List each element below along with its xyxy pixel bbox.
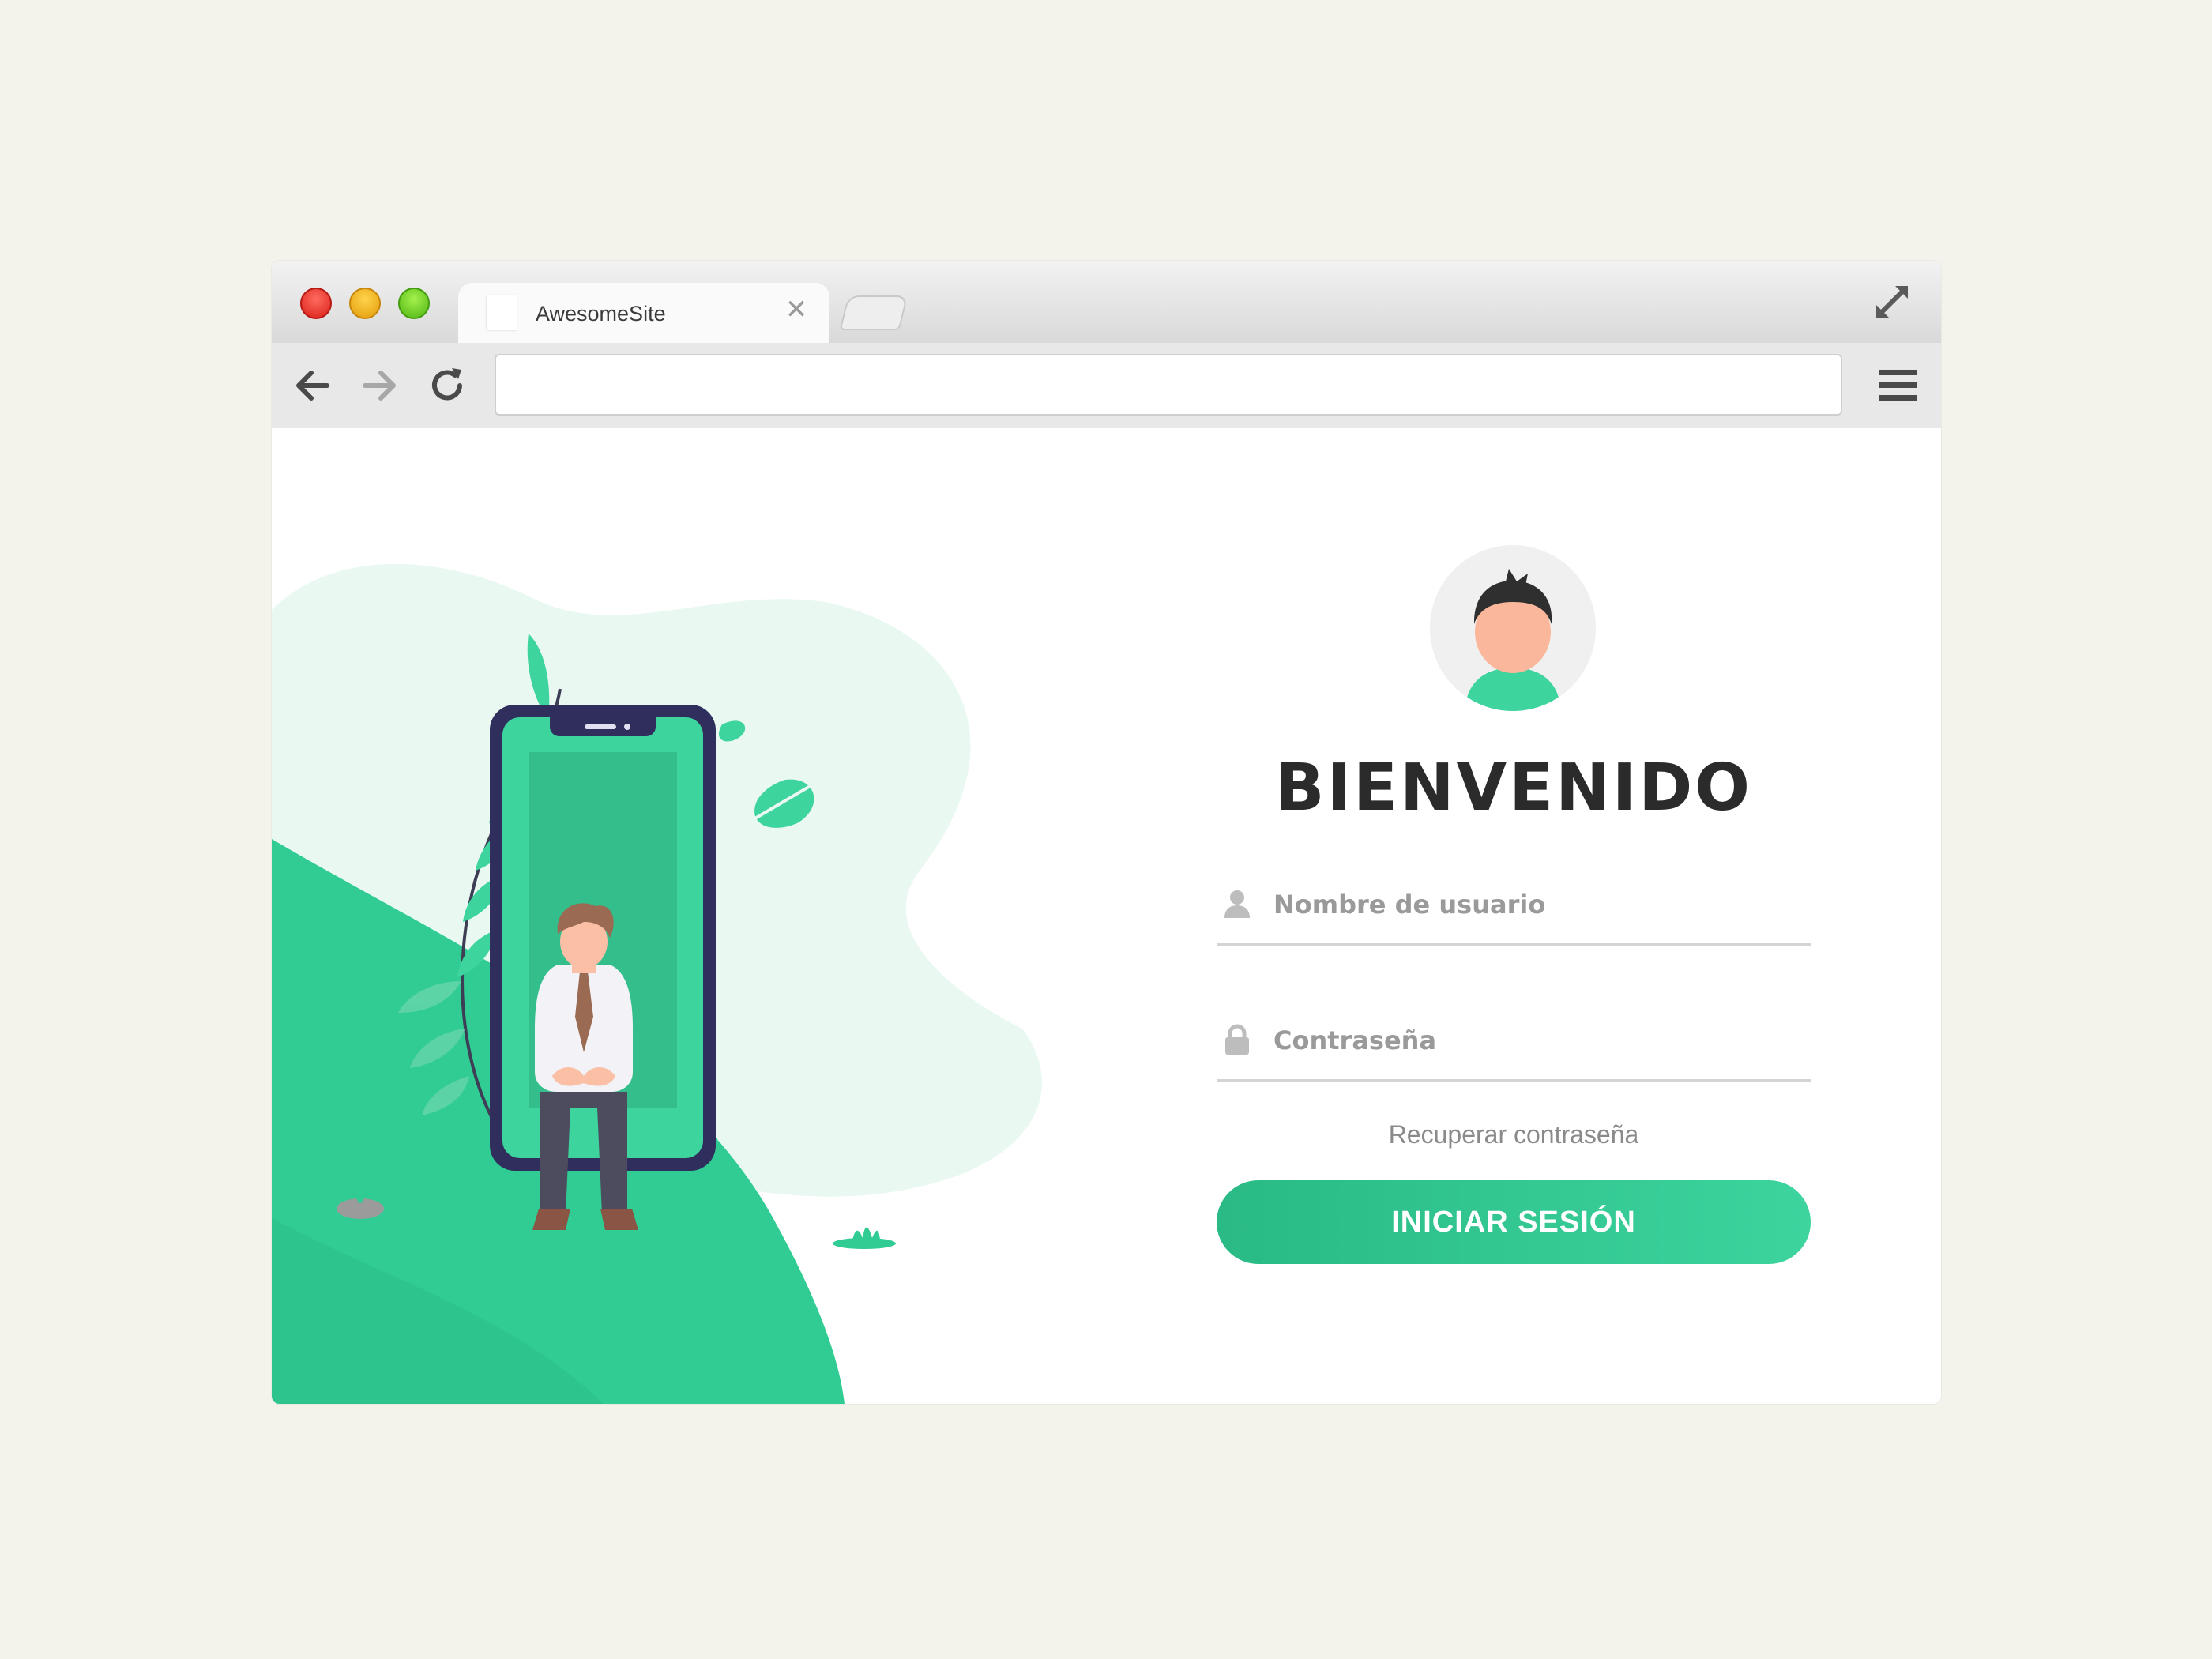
browser-tab[interactable]: AwesomeSite ✕ xyxy=(458,283,830,343)
recover-password-link[interactable]: Recuperar contraseña xyxy=(1217,1120,1811,1149)
reload-icon[interactable] xyxy=(423,362,471,409)
new-tab-button[interactable] xyxy=(839,295,908,330)
username-input[interactable] xyxy=(1272,878,1796,931)
password-input[interactable] xyxy=(1272,1014,1796,1066)
browser-toolbar xyxy=(272,343,1941,428)
expand-icon[interactable] xyxy=(1870,280,1914,324)
avatar xyxy=(1430,545,1596,711)
password-field xyxy=(1217,1006,1811,1082)
minimize-window-button[interactable] xyxy=(349,288,381,319)
title-bar: AwesomeSite ✕ xyxy=(272,261,1941,343)
forward-arrow-icon[interactable] xyxy=(356,362,403,409)
close-window-button[interactable] xyxy=(300,288,332,319)
login-illustration xyxy=(272,563,1042,1404)
grass-tuft-icon xyxy=(833,1227,896,1249)
login-button[interactable]: INICIAR SESIÓN xyxy=(1217,1180,1811,1264)
browser-window: AwesomeSite ✕ BIENVENIDO Nombre de usuar… xyxy=(272,261,1941,1404)
address-bar[interactable] xyxy=(495,354,1842,416)
hamburger-menu-icon[interactable] xyxy=(1878,365,1919,406)
welcome-heading: BIENVENIDO xyxy=(1274,750,1753,826)
tab-title: AwesomeSite xyxy=(536,302,666,325)
login-panel: BIENVENIDO Recuperar contraseña INICIAR … xyxy=(1217,428,1811,1404)
username-field xyxy=(1217,871,1811,946)
page-content: BIENVENIDO Recuperar contraseña INICIAR … xyxy=(272,428,1941,1404)
tab-close-icon[interactable]: ✕ xyxy=(782,295,811,324)
back-arrow-icon[interactable] xyxy=(289,362,337,409)
zoom-window-button[interactable] xyxy=(398,288,430,319)
user-avatar-icon xyxy=(1465,569,1560,711)
user-icon xyxy=(1224,890,1250,918)
lock-icon xyxy=(1225,1024,1249,1055)
page-favicon-icon xyxy=(487,295,517,330)
